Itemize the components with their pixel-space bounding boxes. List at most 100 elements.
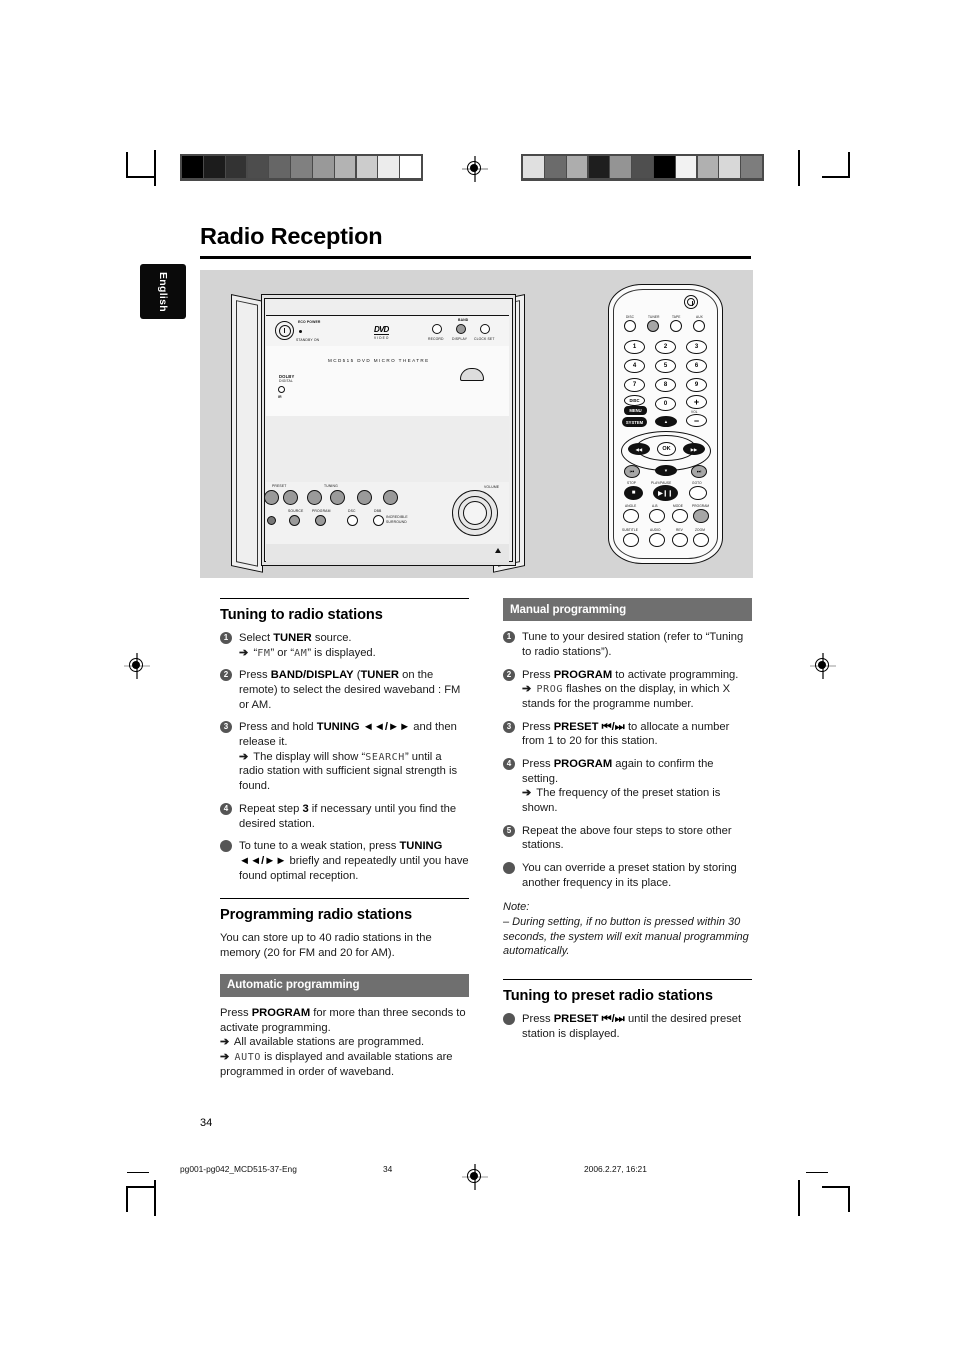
- list-marker: 2: [503, 668, 515, 681]
- remote-ab-button[interactable]: [649, 509, 665, 523]
- clock-set-button[interactable]: [480, 324, 490, 334]
- remote-nav-up-button[interactable]: ▲: [655, 416, 677, 427]
- left-speaker: [231, 294, 263, 573]
- list-marker: [503, 1012, 515, 1025]
- remote-ab-label: A-B: [652, 504, 658, 508]
- remote-volume-up-button[interactable]: +: [686, 395, 707, 409]
- remote-subtitle-button[interactable]: [623, 533, 639, 547]
- ir-label: IR: [278, 395, 282, 399]
- volume-knob[interactable]: [452, 490, 498, 536]
- remote-menu-button[interactable]: MENU: [624, 406, 647, 415]
- registration-mark-right: [810, 653, 836, 679]
- play-pause-button[interactable]: [357, 490, 372, 505]
- manual-page: Radio Reception English ECO POWER STANDB…: [0, 0, 954, 1351]
- emphasis-text: TUNER: [273, 632, 312, 645]
- remote-rewind-button[interactable]: ◀◀: [628, 443, 650, 455]
- remote-key-1[interactable]: 1: [624, 340, 645, 354]
- remote-audio-button[interactable]: [649, 533, 665, 547]
- colorbar-right: [521, 154, 765, 181]
- language-tab-label: English: [157, 271, 169, 312]
- source-button[interactable]: [289, 515, 300, 526]
- arrow-icon: ➔: [220, 1050, 230, 1063]
- list-marker: 3: [220, 721, 232, 734]
- colorbar-right-swatch: [523, 156, 544, 179]
- remote-key-5[interactable]: 5: [655, 359, 676, 373]
- lcd-text: SEARCH: [365, 751, 405, 763]
- tuning-label: TUNING: [324, 484, 338, 488]
- dbb-button[interactable]: [373, 515, 384, 526]
- ir-sensor: [278, 386, 285, 393]
- dsc-button[interactable]: [347, 515, 358, 526]
- arrow-icon: ➔: [239, 646, 249, 659]
- remote-aux-button[interactable]: [693, 320, 705, 332]
- heading-tuning-to-radio-stations: Tuning to radio stations: [220, 598, 469, 625]
- body-text: Tune to your desired station (refer to “…: [522, 631, 744, 658]
- emphasis-text: ◄◄/►►: [239, 854, 287, 867]
- remote-key-8[interactable]: 8: [655, 378, 676, 392]
- body-text: Press: [522, 668, 554, 681]
- remote-tape-button[interactable]: [670, 320, 682, 332]
- remote-angle-button[interactable]: [623, 509, 639, 523]
- preset-prev-button[interactable]: [264, 490, 279, 505]
- remote-key-6[interactable]: 6: [686, 359, 707, 373]
- arrow-icon: ➔: [522, 683, 532, 696]
- record-button[interactable]: [432, 324, 442, 334]
- remote-nav-down-button[interactable]: ▼: [655, 465, 677, 476]
- footer-filename: pg001-pg042_MCD515-37-Eng: [180, 1164, 297, 1174]
- tuning-down-button[interactable]: [307, 490, 322, 505]
- body-text: All available stations are programmed.: [233, 1036, 425, 1049]
- remote-rev-button[interactable]: [672, 533, 688, 547]
- remote-system-button[interactable]: SYSTEM: [622, 417, 647, 427]
- remote-power-button[interactable]: [684, 295, 698, 309]
- remote-playpause-key[interactable]: ▶❙❙: [653, 485, 678, 501]
- remote-zoom-button[interactable]: [693, 533, 709, 547]
- remote-mode-label: MODE: [673, 504, 683, 508]
- stop-button[interactable]: [383, 490, 398, 505]
- colorbar-left-swatch: [356, 156, 378, 179]
- remote-next-button[interactable]: ⏭: [691, 465, 707, 478]
- remote-mode-button[interactable]: [672, 509, 688, 523]
- surround-label: SURROUND: [386, 520, 407, 524]
- remote-key-4[interactable]: 4: [624, 359, 645, 373]
- remote-disc-menu-button[interactable]: DISC: [624, 395, 645, 406]
- remote-program-button[interactable]: [693, 509, 709, 523]
- remote-key-0[interactable]: 0: [655, 397, 676, 411]
- body-text: Repeat the above four steps to store oth…: [522, 824, 732, 852]
- remote-forward-button[interactable]: ▶▶: [683, 443, 705, 455]
- body-text: You can override a preset station by sto…: [522, 861, 737, 889]
- remote-volume-down-button[interactable]: −: [686, 414, 707, 427]
- remote-key-9[interactable]: 9: [686, 378, 707, 392]
- registration-mark-top: [462, 156, 488, 182]
- body-text: Press: [220, 1006, 252, 1019]
- standby-power-icon[interactable]: [275, 321, 294, 340]
- footer-rule-right: [806, 1172, 828, 1174]
- remote-key-3[interactable]: 3: [686, 340, 707, 354]
- band-display-button[interactable]: [456, 324, 466, 334]
- list-marker: 1: [220, 632, 232, 645]
- remote-key-7[interactable]: 7: [624, 378, 645, 392]
- remote-prev-button[interactable]: ⏮: [624, 465, 640, 478]
- body-text: Press: [522, 757, 554, 770]
- body-text: source.: [311, 632, 352, 645]
- program-button[interactable]: [315, 515, 326, 526]
- colorbar-right-swatch: [675, 156, 697, 179]
- footer-rule-left: [127, 1172, 149, 1174]
- tuning-up-button[interactable]: [330, 490, 345, 505]
- product-illustration: ECO POWER STANDBY ON DVD VIDEO RECORD BA…: [200, 270, 753, 578]
- footer-timestamp: 2006.2.27, 16:21: [584, 1164, 647, 1174]
- remote-goto-key[interactable]: [689, 486, 707, 500]
- remote-key-2[interactable]: 2: [655, 340, 676, 354]
- clock-set-label: CLOCK SET: [474, 337, 495, 341]
- remote-control: DISC TUNER TAPE AUX 1 2 3 4 5 6 7 8 9 0 …: [608, 284, 723, 564]
- remote-ok-button[interactable]: OK: [657, 442, 676, 456]
- colorbar-right-swatch: [566, 156, 588, 179]
- remote-disc-button[interactable]: [624, 320, 636, 332]
- remote-stop-key[interactable]: ■: [624, 486, 643, 500]
- heading-programming-radio-stations: Programming radio stations: [220, 898, 469, 925]
- note-body: – During setting, if no button is presse…: [503, 915, 749, 958]
- remote-aux-label: AUX: [696, 315, 703, 319]
- band-label: BAND: [458, 317, 469, 322]
- remote-tuner-button[interactable]: [647, 320, 659, 332]
- colorbar-left-swatch: [291, 156, 312, 179]
- preset-next-button[interactable]: [283, 490, 298, 505]
